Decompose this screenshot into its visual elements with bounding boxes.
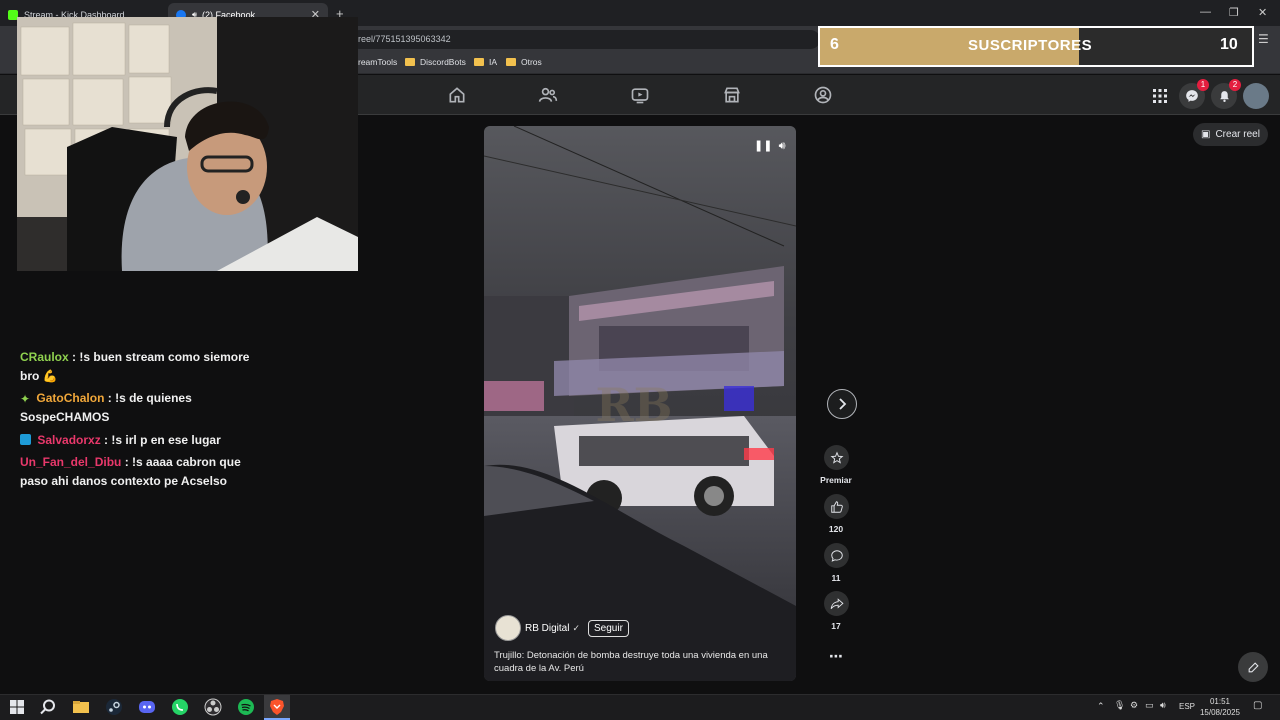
chat-message: Un_Fan_del_Dibu : !s aaaa cabron que pas… bbox=[20, 455, 241, 488]
whatsapp-icon[interactable] bbox=[171, 698, 189, 716]
file-explorer-icon[interactable] bbox=[72, 698, 90, 716]
restore-button[interactable]: ❐ bbox=[1229, 6, 1239, 19]
bell-icon bbox=[1219, 90, 1229, 102]
chat-message: CRaulox : !s buen stream como siemore br… bbox=[20, 350, 250, 383]
folder-icon bbox=[474, 58, 484, 66]
minimize-button[interactable]: — bbox=[1200, 6, 1211, 18]
share-icon bbox=[830, 597, 844, 609]
home-icon[interactable] bbox=[447, 85, 467, 105]
chat-username[interactable]: CRaulox bbox=[20, 350, 69, 364]
author-avatar[interactable] bbox=[495, 615, 521, 641]
svg-text:RB: RB bbox=[595, 378, 672, 432]
verified-icon: ✓ bbox=[572, 622, 581, 633]
url-text: reel/775151395063342 bbox=[358, 34, 451, 44]
author-name[interactable]: RB Digital bbox=[525, 623, 569, 634]
reel-author: RB Digital ✓ Seguir bbox=[495, 615, 629, 641]
discord-icon[interactable] bbox=[138, 698, 156, 716]
microphone-icon[interactable]: 🎙︎ bbox=[1114, 700, 1125, 711]
brave-browser-icon[interactable] bbox=[268, 698, 286, 716]
like-button[interactable] bbox=[824, 494, 849, 519]
thumbs-up-icon bbox=[830, 500, 843, 513]
reel-controls: ❚❚ 🔊︎ bbox=[754, 139, 786, 153]
menu-icon[interactable]: ☰ bbox=[1258, 32, 1269, 46]
address-bar[interactable]: reel/775151395063342 bbox=[350, 30, 820, 49]
share-button[interactable] bbox=[824, 591, 849, 616]
notifications-badge: 2 bbox=[1229, 79, 1241, 91]
like-count: 120 bbox=[828, 524, 844, 534]
reel-video[interactable]: RB bbox=[484, 126, 796, 681]
chat-message: ✦ GatoChalon : !s de quienes SospeCHAMOS bbox=[20, 391, 192, 424]
obs-icon[interactable] bbox=[204, 698, 222, 716]
close-window-button[interactable]: ✕ bbox=[1258, 6, 1267, 19]
chevron-right-icon bbox=[839, 398, 847, 410]
chat-username[interactable]: Salvadorxz bbox=[37, 433, 100, 447]
location-icon[interactable]: ⚙︎ bbox=[1130, 700, 1138, 711]
follow-button[interactable]: Seguir bbox=[588, 619, 629, 637]
new-message-button[interactable] bbox=[1238, 652, 1268, 682]
windows-start-icon[interactable] bbox=[8, 698, 26, 716]
chat-message: Salvadorxz : !s irl p en ese lugar bbox=[20, 431, 270, 450]
chat-text: !s irl p en ese lugar bbox=[111, 433, 221, 447]
volume-icon[interactable]: 🔊︎ bbox=[779, 140, 786, 152]
menu-grid-button[interactable] bbox=[1147, 83, 1173, 109]
notification-center-icon[interactable]: ▢ bbox=[1253, 700, 1262, 711]
input-language[interactable]: ESP bbox=[1179, 702, 1195, 711]
camera-icon: ▣ bbox=[1201, 129, 1211, 140]
chat-username[interactable]: GatoChalon bbox=[36, 391, 104, 405]
boost-badge-icon bbox=[20, 434, 31, 445]
spotify-icon[interactable] bbox=[237, 698, 255, 716]
video-icon[interactable] bbox=[630, 85, 650, 105]
clock-time: 01:51 bbox=[1209, 697, 1231, 706]
folder-icon bbox=[405, 58, 415, 66]
groups-icon[interactable] bbox=[813, 85, 833, 105]
folder-icon bbox=[506, 58, 516, 66]
windows-taskbar bbox=[0, 694, 1280, 720]
bookmark-streamtools[interactable]: reamTools bbox=[358, 57, 397, 67]
comment-icon bbox=[830, 549, 843, 562]
clock-date: 15/08/2025 bbox=[1199, 708, 1241, 717]
pause-icon[interactable]: ❚❚ bbox=[754, 140, 772, 152]
tray-chevron-up-icon[interactable]: ⌃ bbox=[1097, 701, 1105, 712]
messenger-icon bbox=[1186, 90, 1198, 102]
subscriber-current-count: 6 bbox=[830, 36, 839, 53]
bookmark-ia[interactable]: IA bbox=[474, 57, 497, 67]
comment-count: 11 bbox=[831, 573, 841, 583]
star-badge-icon bbox=[830, 451, 843, 464]
messenger-badge: 1 bbox=[1197, 79, 1209, 91]
next-reel-button[interactable] bbox=[827, 389, 857, 419]
premiar-button[interactable] bbox=[824, 445, 849, 470]
marketplace-icon[interactable] bbox=[722, 85, 742, 105]
steam-icon[interactable] bbox=[105, 698, 123, 716]
taskbar-clock[interactable]: 01:51 15/08/2025 bbox=[1196, 696, 1244, 718]
compose-icon bbox=[1248, 661, 1259, 672]
search-icon[interactable] bbox=[39, 698, 57, 716]
webcam-image bbox=[17, 17, 358, 271]
chat-username[interactable]: Un_Fan_del_Dibu bbox=[20, 455, 121, 469]
premiar-label: Premiar bbox=[820, 475, 852, 485]
sparkle-badge-icon: ✦ bbox=[20, 392, 31, 406]
share-count: 17 bbox=[831, 621, 841, 631]
grid-icon bbox=[1153, 89, 1167, 103]
subscriber-goal-label: SUSCRIPTORES bbox=[968, 37, 1093, 54]
create-reel-button[interactable]: ▣ Crear reel bbox=[1193, 123, 1268, 146]
friends-icon[interactable] bbox=[538, 85, 558, 105]
reel-video-frame: RB bbox=[484, 126, 796, 681]
volume-tray-icon[interactable]: 🔊︎ bbox=[1160, 700, 1166, 711]
more-options-icon[interactable]: ⋯ bbox=[829, 648, 844, 665]
network-icon[interactable]: ▭ bbox=[1145, 700, 1154, 711]
subscriber-goal-count: 10 bbox=[1220, 36, 1238, 53]
webcam-feed bbox=[17, 17, 358, 271]
bookmark-discordbots[interactable]: DiscordBots bbox=[405, 57, 466, 67]
reel-caption: Trujillo: Detonación de bomba destruye t… bbox=[494, 650, 768, 674]
profile-avatar[interactable] bbox=[1243, 83, 1269, 109]
create-reel-label: Crear reel bbox=[1215, 129, 1260, 140]
bookmark-otros[interactable]: Otros bbox=[506, 57, 542, 67]
comment-button[interactable] bbox=[824, 543, 849, 568]
